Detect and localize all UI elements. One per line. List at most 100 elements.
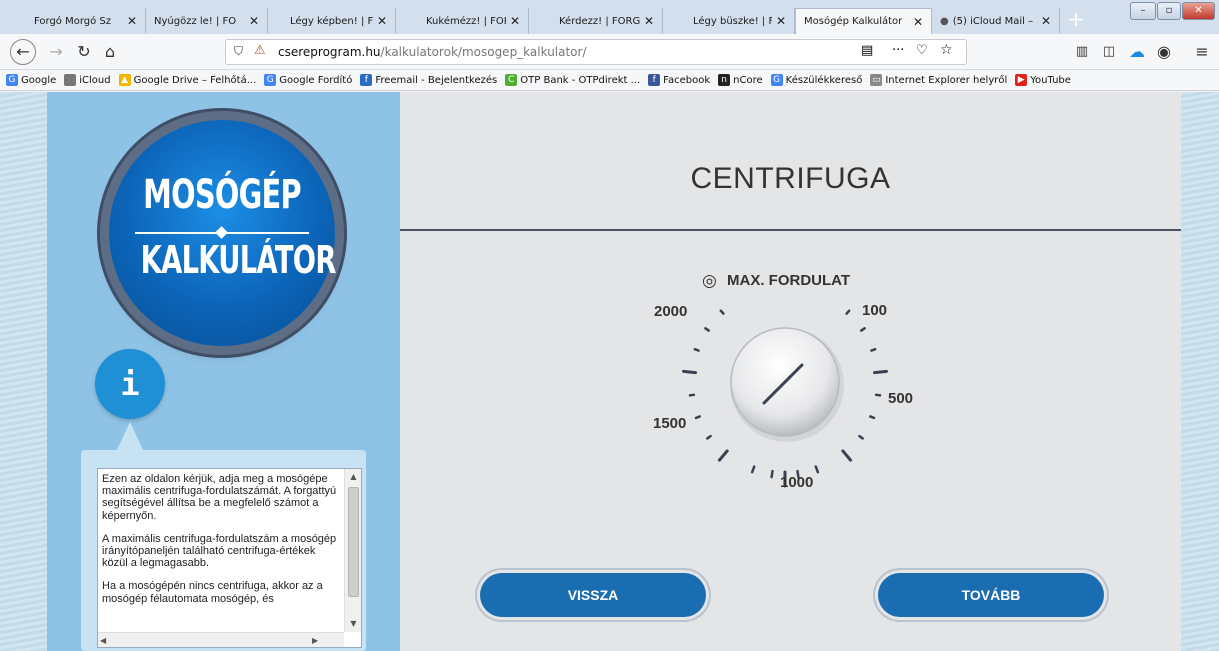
back-arrow-icon[interactable]: ← [10,39,36,65]
logo-text-top: MOSÓGÉP [143,172,301,218]
bookmark-item[interactable]: ▶ YouTube [1015,74,1071,86]
google-translate-icon: G [264,74,277,86]
tick-label-1000: 1000 [780,474,813,491]
url-domain: csereprogram.hu [278,45,381,59]
google-icon: G [770,74,783,86]
dial-label-group: ◎ MAX. FORDULAT [702,271,850,291]
dial-tick [706,434,712,440]
spin-speed-dial[interactable]: ◎ MAX. FORDULAT 2000 100 500 1500 1000 [630,260,940,500]
mosogep-kalkulator-logo[interactable]: MOSÓGÉP KALKULÁTOR [109,120,337,346]
maximize-button[interactable]: ▫ [1157,2,1181,20]
close-tab-icon[interactable]: ✕ [510,14,520,28]
tab-strip: Forgó Morgó Sz ✕ Nyúgözz le! | FO ✕ Légy… [0,0,1219,34]
pattern-edge-left [0,92,47,651]
dial-tick [694,415,701,420]
bookmark-item[interactable]: f Facebook [648,74,710,86]
horizontal-scrollbar[interactable]: ◀ ▶ [98,632,344,647]
dial-tick [719,309,725,315]
close-tab-icon[interactable]: ✕ [913,15,923,29]
freemail-icon: f [360,74,373,86]
bookmark-item[interactable]: G Készülékkereső [770,74,863,86]
browser-tab[interactable]: Légy képben! | F ✕ [268,8,396,34]
dial-label: MAX. FORDULAT [727,272,850,289]
minimize-button[interactable]: – [1130,2,1156,20]
bookmark-item[interactable]: ▭ Internet Explorer helyről [870,74,1007,86]
info-text: Ezen az oldalon kérjük, adja meg a mosóg… [102,473,342,616]
browser-tab[interactable]: Légy büszke! | F ✕ [663,8,795,34]
bookmark-label: iCloud [79,74,111,86]
bookmark-label: Internet Explorer helyről [885,74,1008,86]
bookmark-item[interactable]: n nCore [718,74,763,86]
back-button[interactable]: VISSZA [480,573,706,617]
bookmark-item[interactable]: G Google Fordító [264,74,352,86]
bookmark-label: OTP Bank - OTPdirekt ... [520,74,641,86]
browser-tab-active[interactable]: Mosógép Kalkulátor ✕ [795,8,932,34]
sidebar-toggle-icon[interactable]: ◫ [1097,40,1121,64]
bookmark-item[interactable]: G Google [6,74,56,86]
browser-tab[interactable]: Kukémézz! | FOR ✕ [396,8,529,34]
youtube-icon: ▶ [1015,74,1028,86]
browser-tab[interactable]: Nyúgözz le! | FO ✕ [146,8,268,34]
close-tab-icon[interactable]: ✕ [644,14,654,28]
close-tab-icon[interactable]: ✕ [127,14,137,28]
browser-tab[interactable]: ● (5) iCloud Mail – ✕ [932,8,1060,34]
forward-arrow-icon[interactable]: → [44,40,68,64]
url-text[interactable]: csereprogram.hu/kalkulatorok/mosogep_kal… [278,45,587,59]
dial-tick [770,469,774,479]
scroll-right-icon[interactable]: ▶ [312,633,326,647]
close-tab-icon[interactable]: ✕ [249,14,259,28]
dial-tick [858,434,864,440]
menu-icon[interactable]: ≡ [1190,40,1214,64]
close-tab-icon[interactable]: ✕ [377,14,387,28]
scrollbar-thumb[interactable] [348,487,359,597]
dial-tick [869,415,876,420]
vertical-scrollbar[interactable]: ▲ ▼ [344,469,361,632]
scroll-down-icon[interactable]: ▼ [345,616,361,632]
bookmarks-bar: G Google iCloud ▲ Google Drive – Felhőtá... G… [0,70,1219,91]
page-actions-icon[interactable]: ··· [892,43,904,58]
reader-view-icon[interactable]: ▤ [861,43,873,58]
tab-label: Forgó Morgó Sz [34,15,112,27]
library-icon[interactable]: ▥ [1070,40,1094,64]
bookmark-item[interactable]: f Freemail - Bejelentkezés [360,74,497,86]
reload-icon[interactable]: ↻ [72,40,96,64]
bookmark-star-icon[interactable]: ☆ [940,42,953,58]
ncore-icon: n [718,74,731,86]
dial-tick [814,465,820,474]
browser-tab[interactable]: Forgó Morgó Sz ✕ [26,8,146,34]
bookmark-item[interactable]: C OTP Bank - OTPdirekt ... [505,74,640,86]
info-paragraph: A maximális centrifuga-fordulatszám a mo… [102,532,337,570]
next-button[interactable]: TOVÁBB [878,573,1104,617]
page-content: MOSÓGÉP KALKULÁTOR i Ezen az oldalon kér… [0,92,1219,651]
pocket-icon[interactable]: ♡ [916,43,928,58]
info-paragraph: Ezen az oldalon kérjük, adja meg a mosóg… [102,473,337,522]
bookmark-item[interactable]: iCloud [64,74,111,86]
dial-tick [750,465,756,474]
close-tab-icon[interactable]: ✕ [1041,14,1051,28]
tracking-shield-icon[interactable]: ⛉ [234,44,243,59]
bookmark-label: Készülékkereső [785,74,863,86]
tab-label: Nyúgözz le! | FO [154,15,237,27]
logo-diamond [215,226,228,239]
account-icon[interactable]: ◉ [1152,40,1176,64]
facebook-icon: f [648,74,661,86]
apple-icon: ● [940,15,949,27]
url-bar[interactable]: ⛉ ⚠ csereprogram.hu/kalkulatorok/mosogep… [225,39,967,65]
scroll-up-icon[interactable]: ▲ [345,469,361,485]
bookmark-label: Facebook [663,74,711,86]
dial-tick [704,327,710,332]
bookmark-item[interactable]: ▲ Google Drive – Felhőtá... [118,74,256,86]
info-text-area[interactable]: Ezen az oldalon kérjük, adja meg a mosóg… [97,468,362,648]
new-tab-button[interactable]: + [1064,9,1088,31]
close-tab-icon[interactable]: ✕ [776,14,786,28]
icloud-icon[interactable]: ☁ [1125,40,1149,64]
window-close-button[interactable]: ✕ [1182,2,1215,20]
scroll-left-icon[interactable]: ◀ [100,633,114,647]
dial-knob[interactable] [730,327,844,442]
info-icon[interactable]: i [95,349,165,419]
dial-tick [717,449,729,462]
insecure-lock-icon[interactable]: ⚠ [254,43,266,58]
browser-tab[interactable]: Kérdezz! | FORGO ✕ [529,8,663,34]
logo-text-bottom: KALKULÁTOR [140,238,337,282]
home-icon[interactable]: ⌂ [98,40,122,64]
